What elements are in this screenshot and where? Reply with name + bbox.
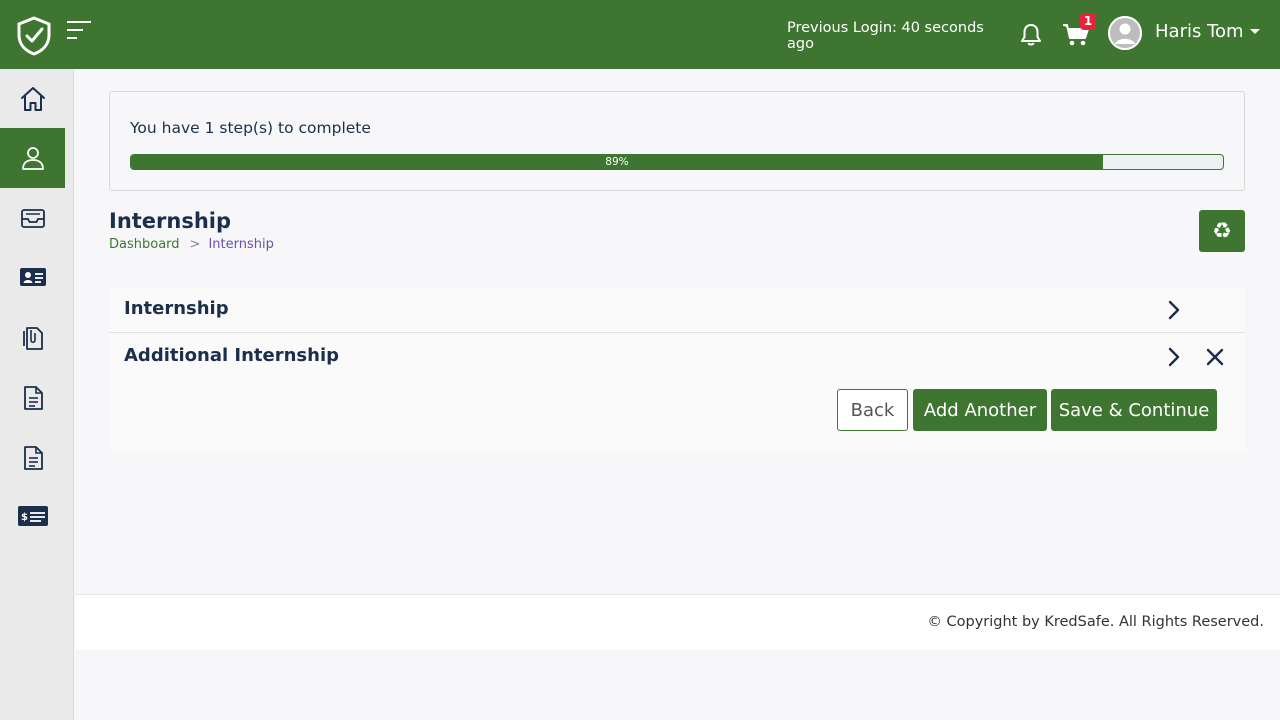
recycle-icon: ♻	[1212, 218, 1232, 244]
footer: © Copyright by KredSafe. All Rights Rese…	[75, 594, 1280, 650]
breadcrumb-dashboard-link[interactable]: Dashboard	[109, 237, 180, 252]
sidebar: $	[0, 69, 74, 720]
save-continue-button[interactable]: Save & Continue	[1051, 389, 1217, 431]
inbox-tray-icon	[20, 209, 45, 228]
section-row-additional-internship[interactable]: Additional Internship	[109, 334, 1245, 380]
document-icon	[23, 386, 43, 410]
sidebar-item-payment[interactable]: $	[0, 486, 65, 546]
hamburger-menu-icon[interactable]	[65, 19, 93, 41]
sidebar-item-id-card[interactable]	[0, 247, 65, 307]
sidebar-item-home[interactable]	[0, 69, 65, 129]
progress-bar-fill: 89%	[131, 155, 1103, 169]
sidebar-item-document-1[interactable]	[0, 368, 65, 428]
sidebar-item-documents[interactable]	[0, 308, 65, 368]
home-icon	[20, 87, 45, 111]
copyright-text: © Copyright by KredSafe. All Rights Rese…	[927, 614, 1264, 630]
breadcrumb: Dashboard > Internship	[109, 237, 274, 252]
close-icon[interactable]	[1204, 346, 1226, 368]
sidebar-item-profile[interactable]	[0, 128, 65, 188]
id-card-icon	[19, 268, 46, 286]
document-icon	[23, 446, 43, 470]
sidebar-item-document-2[interactable]	[0, 428, 65, 488]
sidebar-item-inbox[interactable]	[0, 188, 65, 248]
user-name[interactable]: Haris Tom	[1155, 21, 1244, 42]
previous-login-text: Previous Login: 40 seconds ago	[787, 20, 984, 52]
progress-card: You have 1 step(s) to complete 89%	[109, 91, 1245, 191]
cart-count-badge: 1	[1080, 13, 1096, 30]
default-avatar-icon	[1108, 16, 1142, 50]
user-icon	[21, 147, 44, 170]
breadcrumb-separator: >	[189, 237, 201, 252]
section-row-internship[interactable]: Internship	[109, 287, 1245, 333]
page-title: Internship	[109, 209, 232, 233]
shield-check-logo-icon[interactable]	[16, 16, 52, 56]
payment-card-icon: $	[17, 506, 48, 526]
back-button[interactable]: Back	[837, 389, 908, 431]
section-label: Additional Internship	[124, 345, 340, 366]
progress-bar: 89%	[130, 154, 1224, 170]
top-navbar: Previous Login: 40 seconds ago 1 Haris T…	[0, 0, 1280, 69]
documents-icon	[22, 327, 43, 350]
caret-down-icon[interactable]	[1249, 28, 1261, 36]
svg-text:$: $	[21, 512, 28, 523]
notification-bell-icon[interactable]	[1018, 22, 1044, 48]
steps-remaining-text: You have 1 step(s) to complete	[130, 119, 371, 137]
section-label: Internship	[124, 298, 229, 319]
user-avatar[interactable]	[1108, 16, 1142, 50]
breadcrumb-current: Internship	[208, 237, 274, 252]
chevron-right-icon[interactable]	[1163, 299, 1185, 321]
add-another-button[interactable]: Add Another	[913, 389, 1047, 431]
chevron-right-icon[interactable]	[1163, 346, 1185, 368]
reset-button[interactable]: ♻	[1199, 210, 1245, 252]
